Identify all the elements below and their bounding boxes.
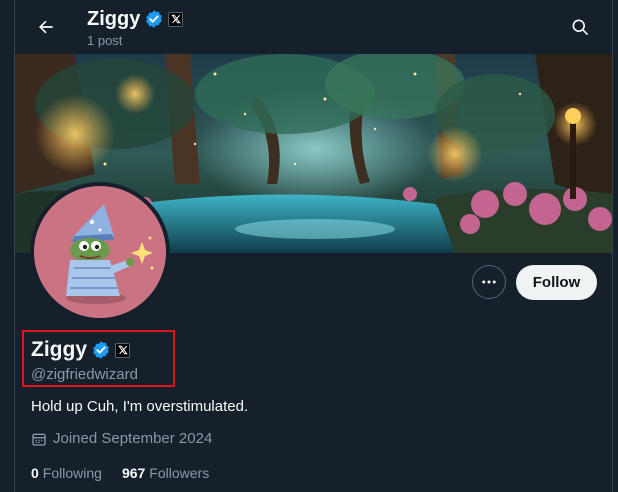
x-affiliate-icon[interactable]	[115, 342, 130, 358]
following-count: 0	[31, 465, 39, 481]
more-options-icon	[482, 280, 496, 284]
join-date-text: Joined September 2024	[53, 430, 213, 447]
profile-handle: @zigfriedwizard	[31, 366, 138, 383]
profile-name-row: Ziggy	[31, 337, 130, 363]
header-name-row: Ziggy	[87, 6, 184, 32]
profile-header: Ziggy 1 post	[15, 0, 612, 54]
arrow-left-icon	[39, 20, 53, 34]
search-button[interactable]	[563, 10, 597, 44]
calendar-icon	[32, 433, 46, 446]
followers-count: 967	[121, 465, 146, 481]
following-link[interactable]: 0 Following	[31, 465, 102, 481]
search-icon	[572, 19, 588, 35]
avatar-image	[34, 186, 166, 318]
more-options-button[interactable]	[472, 265, 506, 299]
profile-bio: Hold up Cuh, I'm overstimulated.	[31, 398, 249, 415]
follow-button[interactable]: Follow	[516, 265, 597, 300]
display-name: Ziggy	[31, 338, 87, 361]
x-affiliate-icon[interactable]	[168, 11, 184, 27]
column-border-right	[612, 0, 613, 492]
follow-stats: 0 Following 967 Followers	[31, 465, 209, 481]
post-count: 1 post	[87, 33, 123, 48]
verified-badge-icon	[146, 10, 163, 28]
join-date: Joined September 2024	[31, 430, 212, 447]
followers-label: Followers	[149, 465, 210, 481]
back-button[interactable]	[29, 10, 63, 44]
avatar[interactable]	[30, 182, 170, 322]
header-display-name: Ziggy	[87, 8, 141, 30]
following-label: Following	[42, 465, 102, 481]
verified-badge-icon[interactable]	[91, 340, 111, 360]
followers-link[interactable]: 967 Followers	[122, 465, 209, 481]
